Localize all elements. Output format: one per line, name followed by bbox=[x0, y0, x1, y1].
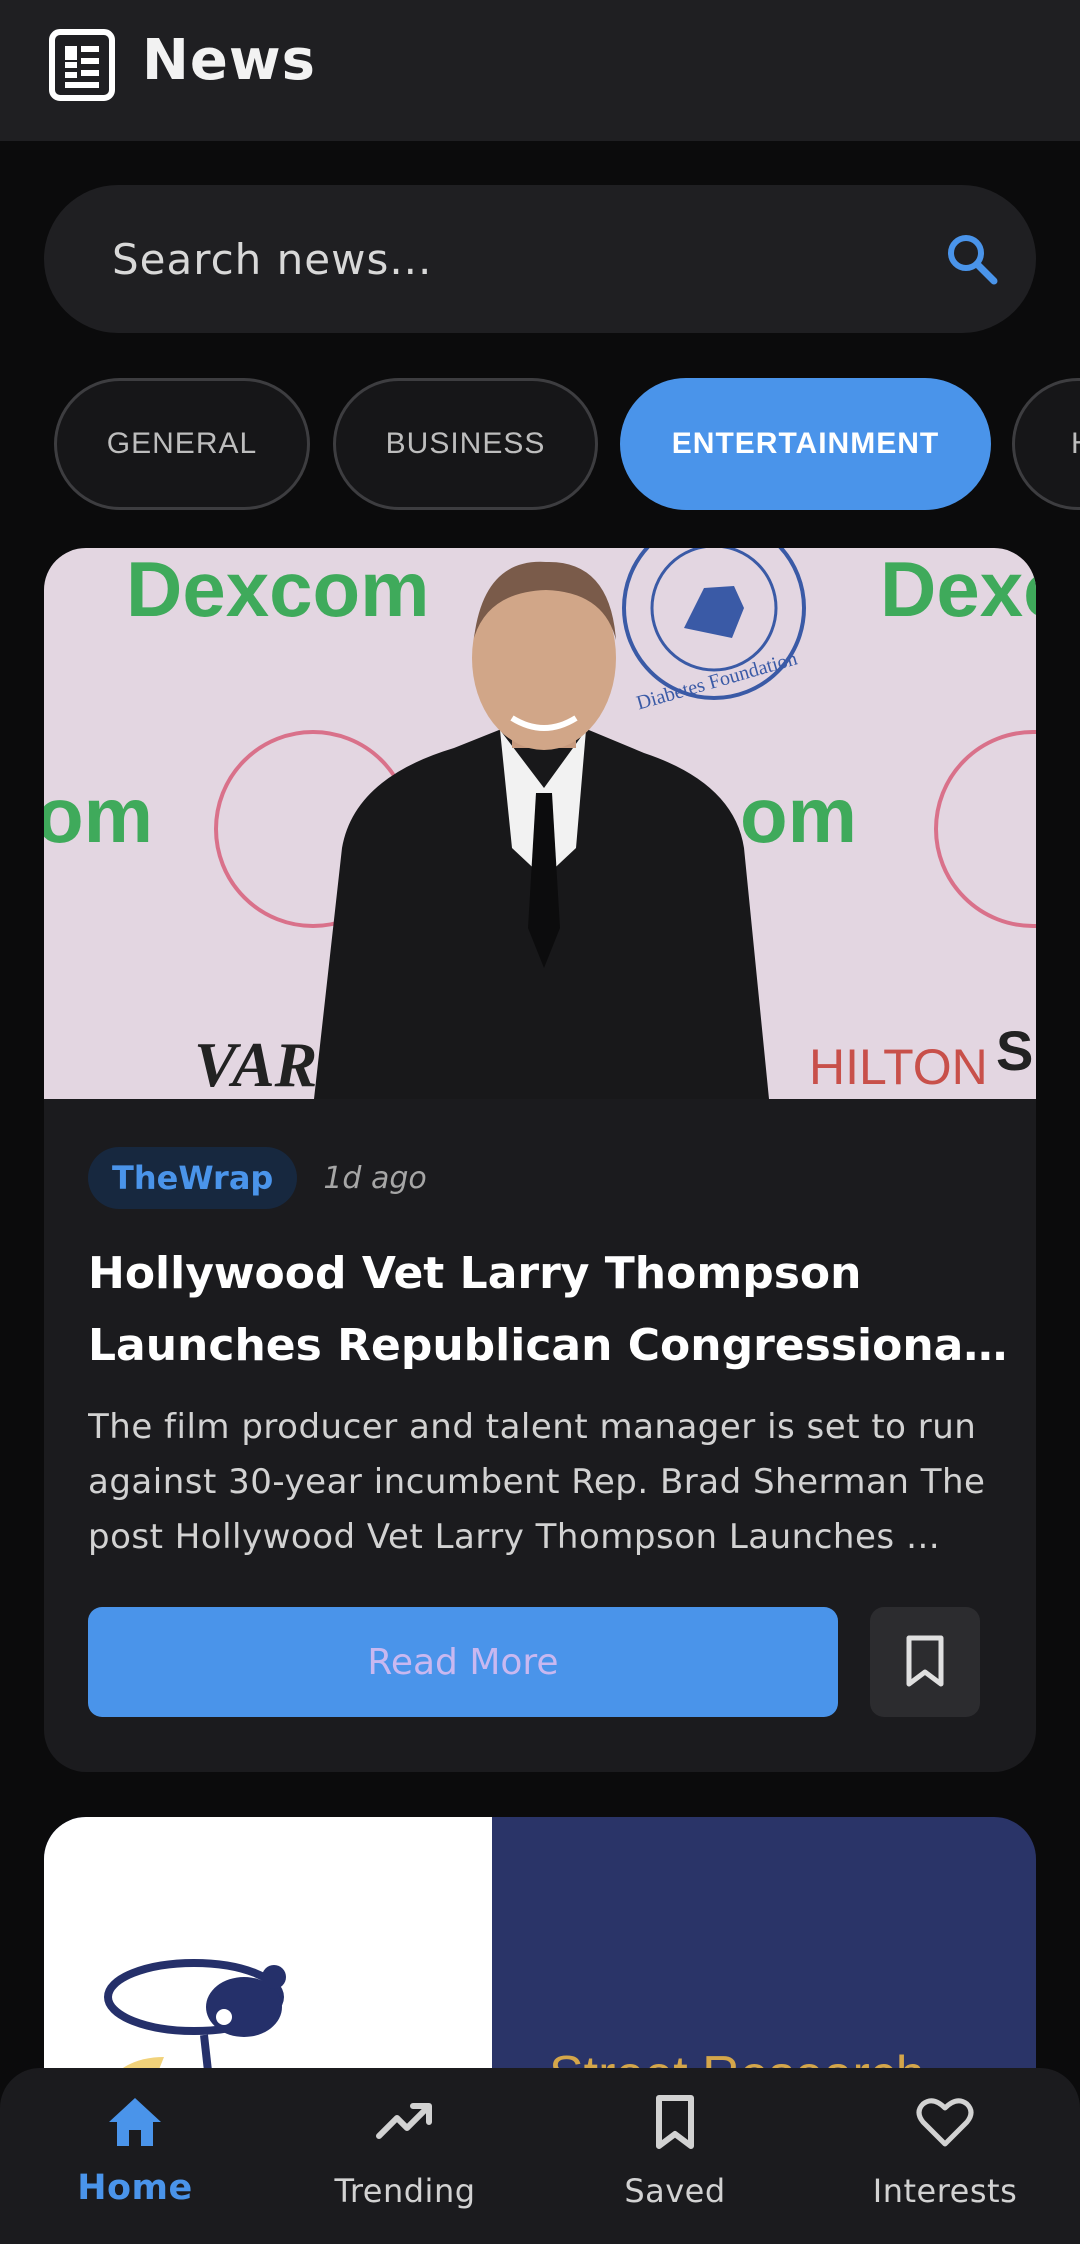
nav-trending[interactable]: Trending bbox=[270, 2068, 540, 2244]
heart-icon bbox=[916, 2098, 974, 2147]
article-summary: The film producer and talent manager is … bbox=[88, 1407, 986, 1557]
nav-home[interactable]: Home bbox=[0, 2068, 270, 2244]
nav-trending-label: Trending bbox=[334, 2172, 476, 2210]
search-bar bbox=[44, 185, 1036, 333]
backdrop-variety-mark: VAR bbox=[194, 1029, 318, 1099]
newspaper-icon bbox=[49, 29, 115, 101]
nav-home-label: Home bbox=[77, 2168, 193, 2208]
search-icon[interactable] bbox=[942, 229, 1002, 289]
trending-icon bbox=[376, 2103, 432, 2139]
backdrop-sponsor-word-right: Dexcom bbox=[880, 548, 1036, 633]
home-icon bbox=[109, 2098, 161, 2146]
bookmark-button[interactable] bbox=[870, 1607, 980, 1717]
chip-general[interactable]: GENERAL bbox=[54, 378, 310, 510]
top-app-bar: News bbox=[0, 0, 1080, 141]
nav-saved[interactable]: Saved bbox=[540, 2068, 810, 2244]
carousel-seal-right bbox=[934, 730, 1036, 928]
article-meta: TheWrap 1d ago bbox=[88, 1143, 427, 1213]
backdrop-hilton-mark: HILTON bbox=[809, 1039, 988, 1095]
chip-entertainment[interactable]: ENTERTAINMENT bbox=[620, 378, 991, 510]
article-image[interactable]: Dexcom Dexcom om om Diabetes Foundation … bbox=[44, 548, 1036, 1099]
nav-interests[interactable]: Interests bbox=[810, 2068, 1080, 2244]
article-card[interactable]: Dexcom Dexcom om om Diabetes Foundation … bbox=[44, 548, 1036, 1772]
nav-interests-label: Interests bbox=[872, 2172, 1018, 2210]
backdrop-partial-word: om bbox=[44, 771, 153, 859]
bookmark-icon bbox=[906, 1635, 944, 1687]
bottom-navigation: Home Trending Saved Interests bbox=[0, 2068, 1080, 2244]
chip-partial[interactable]: H bbox=[1012, 378, 1080, 510]
backdrop-partial-mark: S bbox=[996, 1019, 1034, 1082]
news-app: News GENERAL BUSINESS ENTERTAINMENT H De… bbox=[0, 0, 1080, 2244]
source-badge[interactable]: TheWrap bbox=[88, 1147, 298, 1209]
category-chips: GENERAL BUSINESS ENTERTAINMENT H bbox=[0, 378, 1080, 514]
search-input[interactable] bbox=[110, 225, 894, 293]
nav-saved-label: Saved bbox=[624, 2172, 726, 2210]
chip-business[interactable]: BUSINESS bbox=[333, 378, 598, 510]
read-more-button[interactable]: Read More bbox=[88, 1607, 838, 1717]
article-headline[interactable]: Hollywood Vet Larry Thompson Launches Re… bbox=[88, 1238, 1008, 1382]
bookmark-icon bbox=[656, 2095, 694, 2149]
published-time: 1d ago bbox=[323, 1160, 427, 1196]
app-title: News bbox=[142, 28, 316, 93]
person-photo bbox=[314, 561, 769, 1099]
